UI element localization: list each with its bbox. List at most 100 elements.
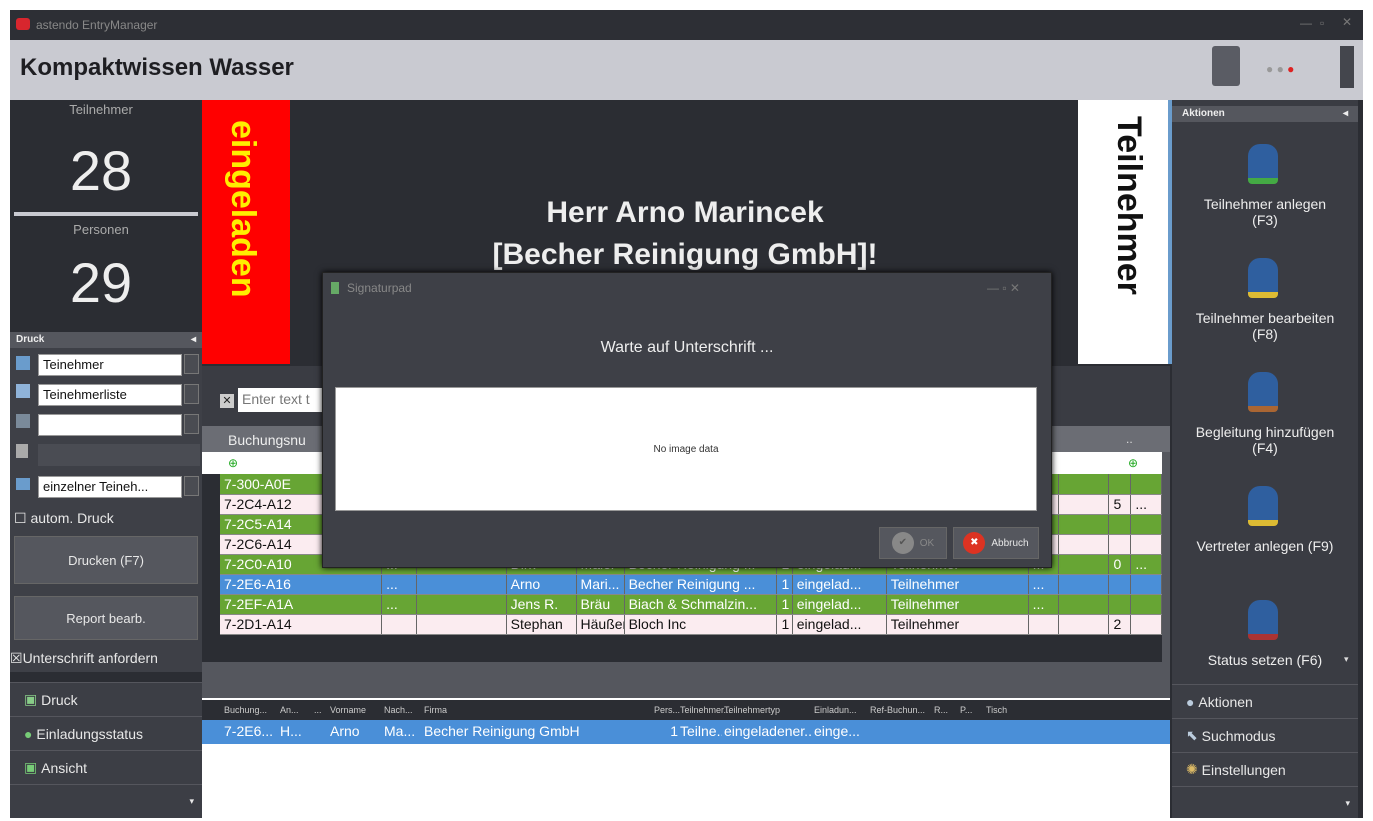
- chevron-down-icon[interactable]: [184, 414, 199, 434]
- clear-icon[interactable]: ✕: [220, 394, 234, 408]
- grid-cell[interactable]: Mari...: [576, 574, 625, 595]
- grid-cell[interactable]: ...: [1130, 494, 1162, 515]
- grid-cell[interactable]: 1: [776, 574, 793, 595]
- detail-column-header[interactable]: Pers...: [654, 705, 680, 715]
- detail-column-header[interactable]: Tisch: [986, 705, 1007, 715]
- close-icon[interactable]: ✕: [1342, 15, 1352, 29]
- detail-cell[interactable]: eingeladener...: [724, 723, 812, 739]
- grid-cell[interactable]: 0: [1108, 554, 1132, 575]
- detail-column-header[interactable]: P...: [960, 705, 972, 715]
- grid-header-end[interactable]: ..: [1126, 432, 1133, 446]
- grid-cell[interactable]: Becher Reinigung ...: [624, 574, 778, 595]
- grid-cell[interactable]: ...: [1028, 594, 1060, 615]
- grid-scrollbar[interactable]: [1162, 452, 1170, 662]
- auto-print-checkbox[interactable]: ☐ autom. Druck: [14, 510, 114, 527]
- scroll-down-icon[interactable]: ▾: [1344, 654, 1349, 665]
- grid-cell[interactable]: [1058, 474, 1110, 495]
- minimize-icon[interactable]: —: [1300, 16, 1312, 30]
- grid-cell[interactable]: Teilnehmer: [886, 614, 1029, 635]
- printer-select[interactable]: [38, 414, 182, 436]
- grid-cell[interactable]: ...: [381, 594, 418, 615]
- table-row[interactable]: 7-2E6-A16... Arno Mari... Becher Reinigung …: [220, 574, 1162, 595]
- grid-cell[interactable]: [1058, 614, 1110, 635]
- detail-column-header[interactable]: ...: [314, 705, 322, 715]
- detail-cell[interactable]: Arno: [330, 723, 382, 739]
- grid-cell[interactable]: [1108, 474, 1132, 495]
- grid-cell[interactable]: [416, 594, 507, 615]
- signature-canvas[interactable]: No image data: [335, 387, 1037, 511]
- add-participant-button[interactable]: Teilnehmer anlegen (F3): [1172, 136, 1358, 246]
- nav-einstellungen[interactable]: ✺ Einstellungen: [1172, 752, 1358, 786]
- grid-cell[interactable]: [1058, 534, 1110, 555]
- detail-column-header[interactable]: Vorname: [330, 705, 366, 715]
- table-row[interactable]: 7-2D1-A14 Stephan Häußer Bloch Inc 1 eingelad…: [220, 614, 1162, 635]
- detail-cell[interactable]: einge...: [814, 723, 868, 739]
- grid-cell[interactable]: [1108, 574, 1132, 595]
- grid-cell[interactable]: Teilnehmer: [886, 594, 1029, 615]
- chevron-down-icon[interactable]: [184, 354, 199, 374]
- detail-column-header[interactable]: Buchung...: [224, 705, 267, 715]
- nav-more[interactable]: ▾: [10, 784, 202, 818]
- detail-column-header[interactable]: Teilnehmertyp: [724, 705, 780, 715]
- grid-cell[interactable]: [1058, 494, 1110, 515]
- filter-icon[interactable]: ⊕: [228, 456, 238, 470]
- ok-button[interactable]: ✔ OK: [879, 527, 947, 559]
- detail-cell[interactable]: 7-2E6...: [224, 723, 278, 739]
- chevron-down-icon[interactable]: [184, 384, 199, 404]
- grid-cell[interactable]: Bloch Inc: [624, 614, 778, 635]
- grid-cell[interactable]: [416, 614, 507, 635]
- grid-cell[interactable]: [1108, 514, 1132, 535]
- grid-cell[interactable]: Bräu: [576, 594, 625, 615]
- booking-id-cell[interactable]: 7-2D1-A14: [220, 614, 383, 635]
- grid-cell[interactable]: 2: [1108, 614, 1132, 635]
- grid-cell[interactable]: [1130, 614, 1162, 635]
- grid-cell[interactable]: 1: [776, 594, 793, 615]
- grid-cell[interactable]: Biach & Schmalzin...: [624, 594, 778, 615]
- report-select[interactable]: Teinehmerliste: [38, 384, 182, 406]
- grid-cell[interactable]: ...: [1130, 554, 1162, 575]
- grid-cell[interactable]: [1108, 594, 1132, 615]
- detail-cell[interactable]: H...: [280, 723, 312, 739]
- grid-cell[interactable]: ...: [381, 574, 418, 595]
- filter-icon-end[interactable]: ⊕: [1128, 456, 1138, 470]
- table-row[interactable]: 7-2EF-A1A... Jens R. Bräu Biach & Schmalzin…: [220, 594, 1162, 615]
- chevron-down-icon[interactable]: [184, 476, 199, 496]
- maximize-icon[interactable]: ▫: [1320, 16, 1324, 30]
- edit-participant-button[interactable]: Teilnehmer bearbeiten (F8): [1172, 250, 1358, 360]
- grid-cell[interactable]: [416, 574, 507, 595]
- grid-cell[interactable]: [1130, 594, 1162, 615]
- grid-cell[interactable]: [1028, 614, 1060, 635]
- detail-grid-row[interactable]: 7-2E6... H... Arno Ma... Becher Reinigung Gm…: [202, 720, 1170, 744]
- grid-cell[interactable]: Teilnehmer: [886, 574, 1029, 595]
- add-representative-button[interactable]: Vertreter anlegen (F9): [1172, 478, 1358, 588]
- nav-aktionen[interactable]: ● Aktionen: [1172, 684, 1358, 718]
- cancel-button[interactable]: ✖ Abbruch: [953, 527, 1039, 559]
- grid-cell[interactable]: [1130, 474, 1162, 495]
- exit-icon[interactable]: [1340, 46, 1354, 88]
- nav-einladungsstatus[interactable]: ● Einladungsstatus: [10, 716, 202, 750]
- add-companion-button[interactable]: Begleitung hinzufügen (F4): [1172, 364, 1358, 474]
- detail-column-header[interactable]: An...: [280, 705, 299, 715]
- grid-cell[interactable]: [1130, 574, 1162, 595]
- detail-cell[interactable]: Ma...: [384, 723, 422, 739]
- grid-cell[interactable]: [1108, 534, 1132, 555]
- grid-cell[interactable]: [1058, 554, 1110, 575]
- grid-cell[interactable]: [1058, 594, 1110, 615]
- print-mode-select[interactable]: einzelner Teineh...: [38, 476, 182, 498]
- nav-druck[interactable]: ▣ Druck: [10, 682, 202, 716]
- grid-cell[interactable]: Stephan: [506, 614, 577, 635]
- detail-column-header[interactable]: Einladun...: [814, 705, 857, 715]
- grid-cell[interactable]: eingelad...: [792, 574, 887, 595]
- grid-cell[interactable]: Häußer: [576, 614, 625, 635]
- nav-more[interactable]: ▾: [1172, 786, 1358, 818]
- print-type-select[interactable]: Teinehmer: [38, 354, 182, 376]
- grid-header-first[interactable]: Buchungsnu: [228, 432, 306, 448]
- nav-ansicht[interactable]: ▣ Ansicht: [10, 750, 202, 784]
- nav-suchmodus[interactable]: ⬉ Suchmodus: [1172, 718, 1358, 752]
- signature-checkbox[interactable]: ☒Unterschrift anfordern: [10, 650, 158, 667]
- detail-cell[interactable]: Teilne...: [680, 723, 722, 739]
- report-edit-button[interactable]: Report bearb.: [14, 596, 198, 640]
- collapse-icon[interactable]: ◂: [1343, 108, 1348, 119]
- booking-id-cell[interactable]: 7-2E6-A16: [220, 574, 383, 595]
- detail-cell[interactable]: 1: [654, 723, 678, 739]
